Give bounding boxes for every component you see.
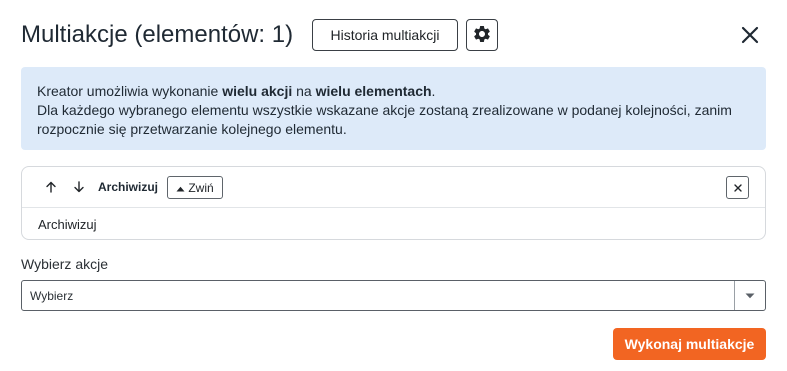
action-card-header: Archiwizuj Zwiń xyxy=(22,167,765,208)
info-alert: Kreator umożliwia wykonanie wielu akcji … xyxy=(21,67,766,150)
settings-button[interactable] xyxy=(466,19,498,51)
select-value: Wybierz xyxy=(30,289,74,303)
caret-up-icon xyxy=(176,181,185,195)
gear-icon xyxy=(472,24,492,47)
move-down-button[interactable] xyxy=(70,179,88,197)
chevron-down-icon[interactable] xyxy=(735,281,765,310)
action-name: Archiwizuj xyxy=(98,180,159,194)
move-up-button[interactable] xyxy=(42,179,60,197)
action-card: Archiwizuj Zwiń Archiwizuj xyxy=(21,166,766,240)
history-button[interactable]: Historia multiakcji xyxy=(312,19,458,51)
multiaction-dialog: Multiakcje (elementów: 1) Historia multi… xyxy=(0,0,787,371)
collapse-label: Zwiń xyxy=(188,180,214,195)
close-icon xyxy=(733,180,742,195)
info-line-2: Dla każdego wybranego elementu wszystkie… xyxy=(37,102,732,137)
run-multiaction-button[interactable]: Wykonaj multiakcje xyxy=(613,328,766,360)
remove-action-button[interactable] xyxy=(726,176,749,199)
close-button[interactable] xyxy=(738,24,762,48)
arrow-down-icon xyxy=(73,180,85,196)
dialog-title: Multiakcje (elementów: 1) xyxy=(21,21,294,48)
close-icon xyxy=(741,26,759,47)
collapse-button[interactable]: Zwiń xyxy=(167,176,223,199)
select-actions-label: Wybierz akcje xyxy=(21,256,109,272)
action-body-text: Archiwizuj xyxy=(38,217,97,232)
select-actions-dropdown[interactable]: Wybierz xyxy=(21,280,766,311)
arrow-up-icon xyxy=(45,181,57,196)
info-line-1: Kreator umożliwia wykonanie wielu akcji … xyxy=(37,83,436,99)
